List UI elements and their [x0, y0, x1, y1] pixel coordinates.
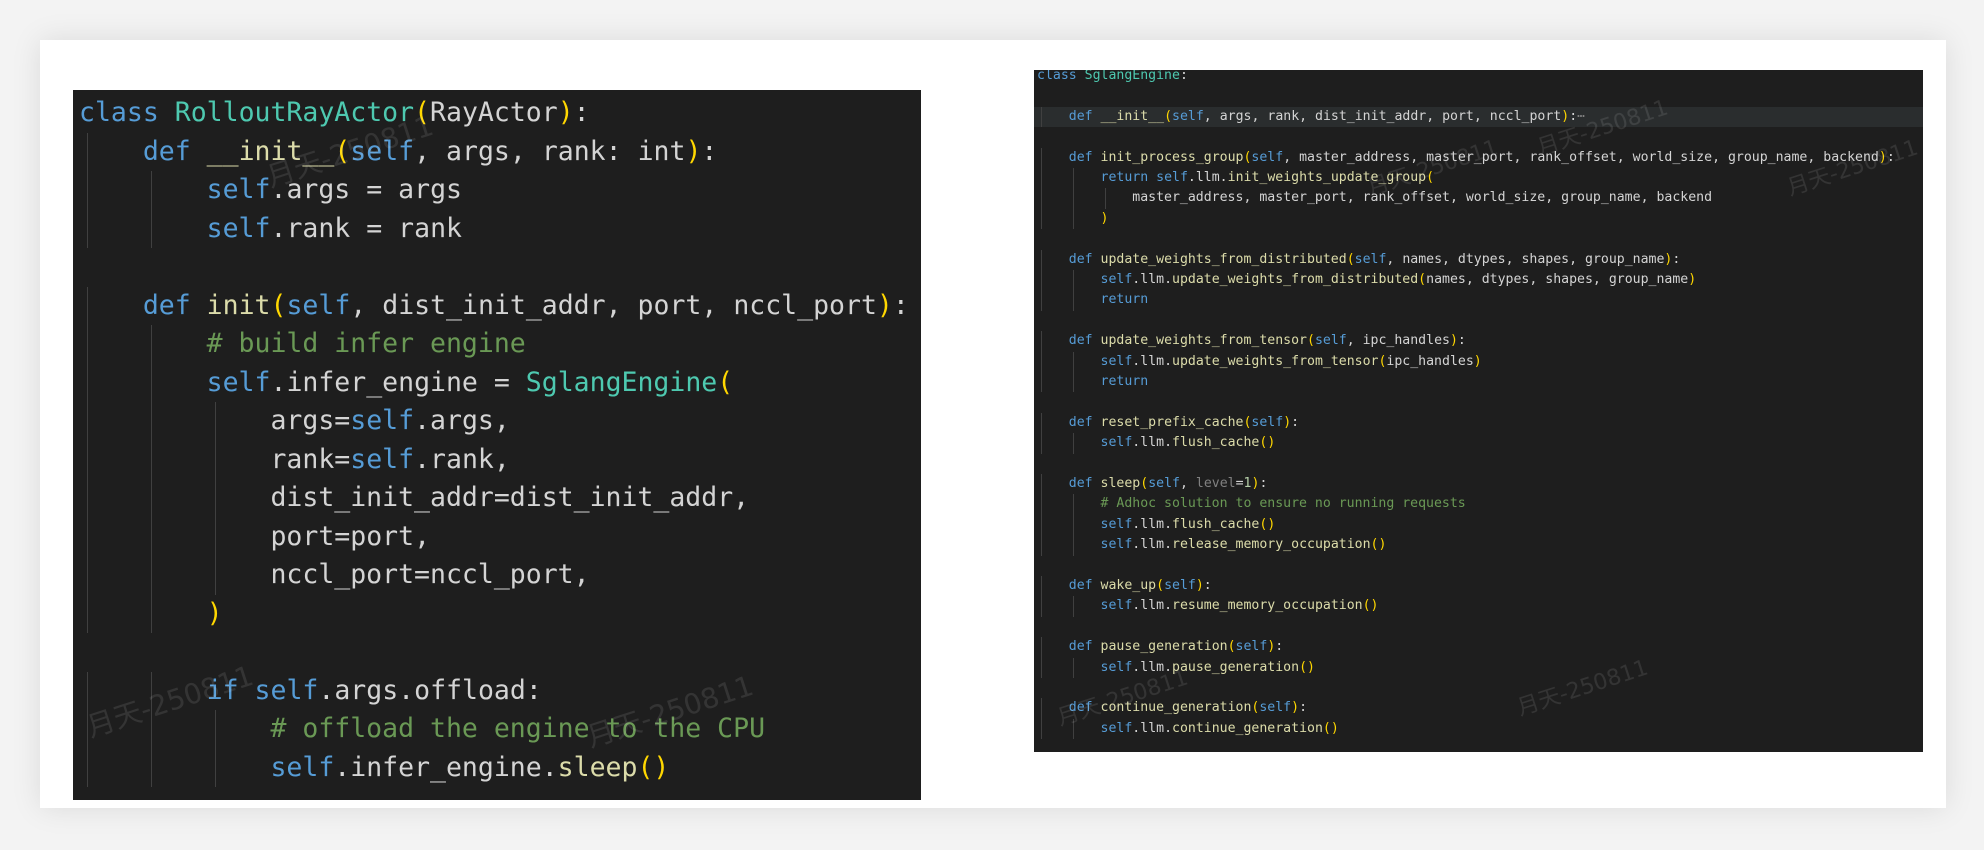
code-text: def init_process_group(self, master_addr… [1068, 149, 1895, 165]
code-text: master_address, master_port, rank_offset… [1132, 190, 1713, 206]
code-text: class SglangEngine: [1037, 70, 1188, 83]
code-line: self.llm.flush_cache() [1034, 433, 1923, 454]
code-line: self.infer_engine = SglangEngine( [73, 363, 921, 402]
code-line: def update_weights_from_tensor(self, ipc… [1034, 331, 1923, 352]
code-text: def init(self, dist_init_addr, port, ncc… [142, 289, 909, 321]
code-text: self.args = args [206, 174, 462, 205]
code-text: def sleep(self, level=1): [1068, 476, 1268, 491]
code-line: self.llm.update_weights_from_tensor(ipc_… [1034, 351, 1923, 372]
code-text: return self.llm.init_weights_update_grou… [1100, 170, 1435, 185]
code-line: def init(self, dist_init_addr, port, ncc… [73, 286, 921, 325]
code-text: self.llm.update_weights_from_distributed… [1100, 272, 1697, 287]
code-line: self.llm.continue_generation() [1034, 718, 1923, 740]
code-line: class SglangEngine: [1034, 70, 1923, 86]
code-text: rank=self.rank, [270, 443, 510, 475]
code-text: self.llm.update_weights_from_tensor(ipc_… [1100, 353, 1482, 369]
code-line: port=port, [73, 517, 921, 556]
code-line: nccl_port=nccl_port, [73, 556, 921, 595]
code-line: return self.llm.init_weights_update_grou… [1034, 168, 1923, 189]
code-text: # offload the engine to the CPU [270, 713, 766, 744]
code-text: nccl_port=nccl_port, [270, 559, 590, 590]
code-line: ) [1034, 208, 1923, 230]
code-line: rank=self.rank, [73, 440, 921, 479]
code-line: def update_weights_from_distributed(self… [1034, 249, 1923, 270]
code-line: def init_process_group(self, master_addr… [1034, 147, 1923, 168]
code-text: def continue_generation(self): [1068, 700, 1308, 716]
code-text: def __init__(self, args, rank, dist_init… [1068, 108, 1586, 124]
code-line: # Adhoc solution to ensure no running re… [1034, 494, 1923, 515]
code-line: return [1034, 372, 1923, 393]
code-line: def sleep(self, level=1): [1034, 474, 1923, 495]
code-text: args=self.args, [270, 405, 510, 436]
code-line: def wake_up(self): [1034, 576, 1923, 597]
code-text: self.infer_engine.sleep() [270, 751, 670, 783]
code-text: # build infer engine [206, 328, 526, 359]
code-text: def pause_generation(self): [1068, 639, 1284, 655]
code-editor-right: class SglangEngine: def __init__(self, a… [1034, 70, 1923, 752]
code-text: return [1100, 292, 1149, 308]
code-line: class RolloutRayActor(RayActor): [73, 94, 921, 133]
code-text: ) [206, 597, 223, 629]
code-line: def reset_prefix_cache(self): [1034, 412, 1923, 434]
code-text: port=port, [270, 520, 431, 552]
code-text: def update_weights_from_distributed(self… [1068, 251, 1681, 267]
code-line: self.infer_engine.sleep() [73, 748, 921, 787]
code-text: # Adhoc solution to ensure no running re… [1100, 496, 1466, 512]
code-text: def reset_prefix_cache(self): [1068, 414, 1300, 430]
code-text: self.llm.flush_cache() [1100, 516, 1276, 532]
code-line: self.llm.resume_memory_occupation() [1034, 596, 1923, 617]
code-line: args=self.args, [73, 402, 921, 441]
code-text: self.llm.flush_cache() [1100, 435, 1276, 451]
code-line: def __init__(self, args, rank, dist_init… [1034, 106, 1923, 128]
code-text: self.llm.resume_memory_occupation() [1100, 598, 1379, 614]
code-line: master_address, master_port, rank_offset… [1034, 188, 1923, 209]
code-line: def pause_generation(self): [1034, 637, 1923, 658]
code-line: return [1034, 290, 1923, 311]
code-line: def __init__(self, args, rank: int): [73, 132, 921, 171]
code-line: # offload the engine to the CPU [73, 710, 921, 749]
code-text: self.llm.pause_generation() [1100, 659, 1315, 675]
code-area-right: class SglangEngine: def __init__(self, a… [1034, 70, 1923, 752]
code-line: # build infer engine [73, 325, 921, 364]
code-text: def wake_up(self): [1068, 578, 1212, 593]
code-text: return [1100, 374, 1149, 389]
code-line: def continue_generation(self): [1034, 698, 1923, 719]
code-line: self.args = args [73, 171, 921, 210]
code-text: self.llm.continue_generation() [1100, 720, 1339, 736]
code-line: self.llm.release_memory_occupation() [1034, 535, 1923, 556]
code-text: self.infer_engine = SglangEngine( [206, 366, 734, 398]
code-text: self.rank = rank [206, 212, 462, 244]
code-text: if self.args.offload: [206, 674, 542, 706]
code-line: self.rank = rank [73, 209, 921, 248]
code-line: ) [73, 594, 921, 633]
code-line: dist_init_addr=dist_init_addr, [73, 479, 921, 518]
code-area-left: class RolloutRayActor(RayActor): def __i… [73, 90, 921, 800]
code-text: def update_weights_from_tensor(self, ipc… [1068, 333, 1466, 349]
code-text: def __init__(self, args, rank: int): [142, 135, 718, 167]
code-text: ) [1100, 210, 1109, 226]
code-editor-left: class RolloutRayActor(RayActor): def __i… [73, 90, 921, 800]
code-text: dist_init_addr=dist_init_addr, [270, 482, 750, 513]
code-line: self.llm.update_weights_from_distributed… [1034, 270, 1923, 291]
code-line: if self.args.offload: [73, 671, 921, 710]
code-text: class RolloutRayActor(RayActor): [79, 97, 590, 128]
code-text: self.llm.release_memory_occupation() [1100, 537, 1387, 553]
code-line: self.llm.flush_cache() [1034, 514, 1923, 536]
code-line: self.llm.pause_generation() [1034, 657, 1923, 678]
